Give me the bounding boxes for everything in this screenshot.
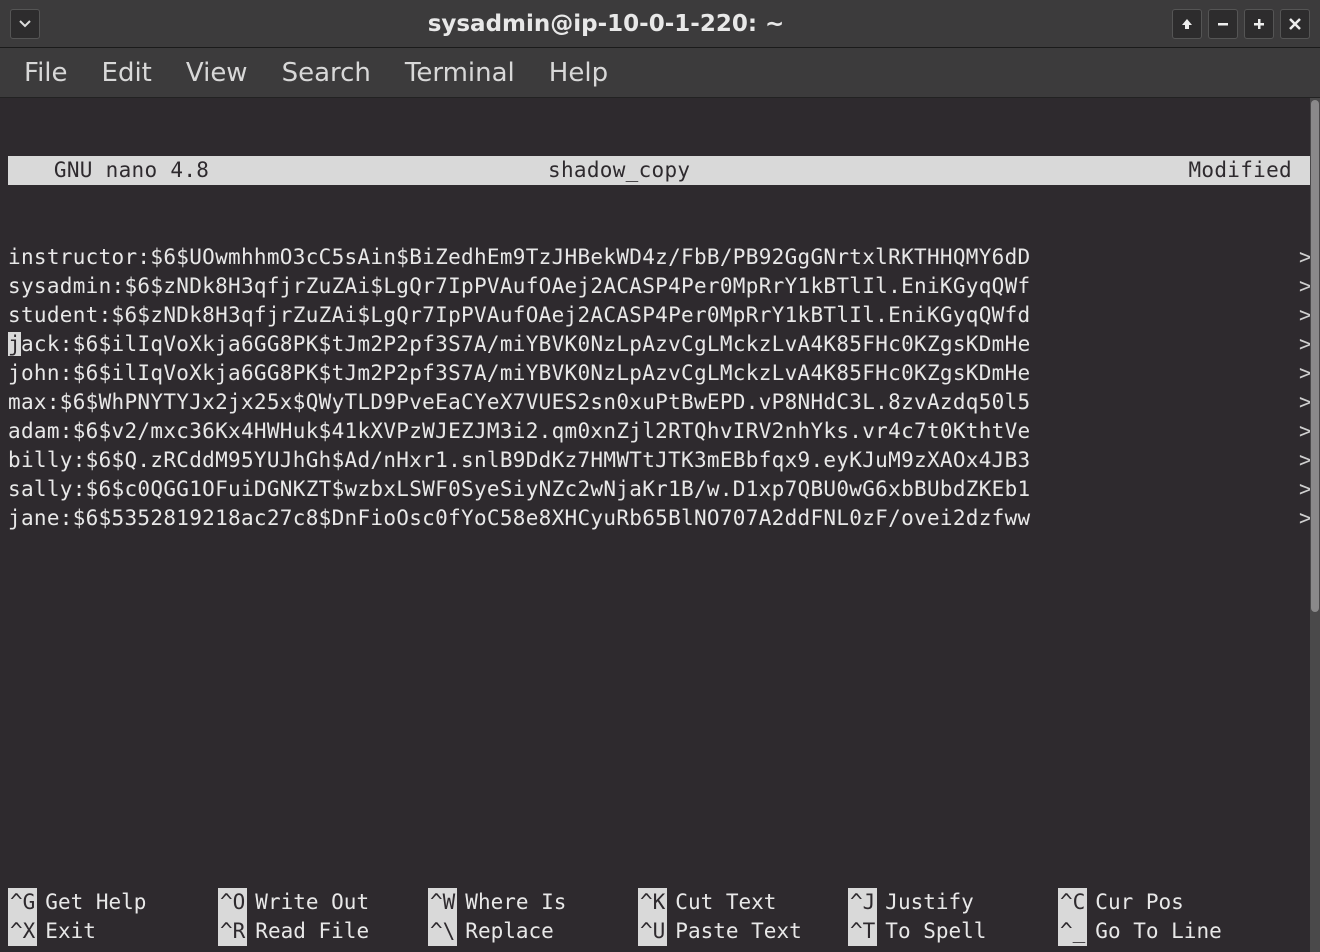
editor-line: student:$6$zNDk8H3qfjrZuZAi$LgQr7IpPVAuf… bbox=[8, 301, 1312, 330]
editor-line: jane:$6$5352819218ac27c8$DnFioOsc0fYoC58… bbox=[8, 504, 1312, 533]
shortcut-label: Exit bbox=[45, 917, 96, 946]
nano-shortcut: ^\ Replace bbox=[428, 917, 638, 946]
nano-filename: shadow_copy bbox=[428, 156, 1188, 185]
shortcut-key: ^C bbox=[1058, 888, 1087, 917]
shortcut-label: Get Help bbox=[45, 888, 146, 917]
nano-shortcut: ^K Cut Text bbox=[638, 888, 848, 917]
close-button[interactable] bbox=[1280, 9, 1310, 39]
window-title: sysadmin@ip-10-0-1-220: ~ bbox=[40, 11, 1172, 37]
nano-modified: Modified bbox=[1188, 156, 1312, 185]
editor-line: john:$6$ilIqVoXkja6GG8PK$tJm2P2pf3S7A/mi… bbox=[8, 359, 1312, 388]
nano-shortcut: ^O Write Out bbox=[218, 888, 428, 917]
menu-file[interactable]: File bbox=[24, 58, 68, 88]
menubar: File Edit View Search Terminal Help bbox=[0, 48, 1320, 98]
editor-line: instructor:$6$UOwmhhmO3cC5sAin$BiZedhEm9… bbox=[8, 243, 1312, 272]
nano-version: GNU nano 4.8 bbox=[8, 156, 428, 185]
shortcut-key: ^X bbox=[8, 917, 37, 946]
shortcut-key: ^\ bbox=[428, 917, 457, 946]
shortcut-label: Go To Line bbox=[1095, 917, 1221, 946]
shortcut-label: Cut Text bbox=[675, 888, 776, 917]
maximize-button[interactable] bbox=[1244, 9, 1274, 39]
close-icon bbox=[1288, 17, 1302, 31]
shortcut-label: Justify bbox=[885, 888, 974, 917]
nano-shortcut: ^W Where Is bbox=[428, 888, 638, 917]
terminal-scrollbar[interactable] bbox=[1310, 98, 1320, 952]
nano-header: GNU nano 4.8 shadow_copy Modified bbox=[8, 156, 1312, 185]
window-controls bbox=[1172, 9, 1310, 39]
shortcut-key: ^U bbox=[638, 917, 667, 946]
arrow-up-icon bbox=[1181, 18, 1193, 30]
shortcut-key: ^J bbox=[848, 888, 877, 917]
scrollbar-thumb[interactable] bbox=[1311, 100, 1319, 612]
menu-view[interactable]: View bbox=[186, 58, 248, 88]
shortcut-label: To Spell bbox=[885, 917, 986, 946]
minimize-icon bbox=[1216, 17, 1230, 31]
nano-shortcut-bar: ^G Get Help ^O Write Out ^W Where Is ^K Cut Tex… bbox=[8, 888, 1300, 946]
shortcut-label: Paste Text bbox=[675, 917, 801, 946]
shortcut-key: ^O bbox=[218, 888, 247, 917]
shortcut-key: ^T bbox=[848, 917, 877, 946]
shortcut-key: ^_ bbox=[1058, 917, 1087, 946]
keep-above-button[interactable] bbox=[1172, 9, 1202, 39]
nano-shortcut: ^_ Go To Line bbox=[1058, 917, 1268, 946]
window-titlebar: sysadmin@ip-10-0-1-220: ~ bbox=[0, 0, 1320, 48]
nano-shortcut: ^J Justify bbox=[848, 888, 1058, 917]
shortcut-label: Replace bbox=[465, 917, 554, 946]
nano-shortcut: ^C Cur Pos bbox=[1058, 888, 1268, 917]
nano-shortcut: ^U Paste Text bbox=[638, 917, 848, 946]
shortcut-key: ^K bbox=[638, 888, 667, 917]
nano-shortcut: ^T To Spell bbox=[848, 917, 1058, 946]
text-cursor: j bbox=[8, 332, 21, 356]
shortcut-label: Write Out bbox=[255, 888, 369, 917]
menu-terminal[interactable]: Terminal bbox=[405, 58, 515, 88]
shortcut-key: ^W bbox=[428, 888, 457, 917]
chevron-down-icon bbox=[19, 20, 31, 28]
shortcut-label: Read File bbox=[255, 917, 369, 946]
editor-line: jack:$6$ilIqVoXkja6GG8PK$tJm2P2pf3S7A/mi… bbox=[8, 330, 1312, 359]
menu-edit[interactable]: Edit bbox=[102, 58, 152, 88]
editor-line: sysadmin:$6$zNDk8H3qfjrZuZAi$LgQr7IpPVAu… bbox=[8, 272, 1312, 301]
nano-shortcut: ^G Get Help bbox=[8, 888, 218, 917]
terminal-content: GNU nano 4.8 shadow_copy Modified instru… bbox=[8, 98, 1312, 952]
terminal-area[interactable]: GNU nano 4.8 shadow_copy Modified instru… bbox=[0, 98, 1320, 952]
shortcut-label: Cur Pos bbox=[1095, 888, 1184, 917]
menu-help[interactable]: Help bbox=[549, 58, 608, 88]
shortcut-key: ^G bbox=[8, 888, 37, 917]
editor-line: billy:$6$Q.zRCddM95YUJhGh$Ad/nHxr1.snlB9… bbox=[8, 446, 1312, 475]
window-menu-button[interactable] bbox=[10, 9, 40, 39]
shortcut-key: ^R bbox=[218, 917, 247, 946]
editor-line: adam:$6$v2/mxc36Kx4HWHuk$41kXVPzWJEZJM3i… bbox=[8, 417, 1312, 446]
minimize-button[interactable] bbox=[1208, 9, 1238, 39]
nano-shortcut: ^R Read File bbox=[218, 917, 428, 946]
editor-content[interactable]: instructor:$6$UOwmhhmO3cC5sAin$BiZedhEm9… bbox=[8, 243, 1312, 533]
editor-line: max:$6$WhPNYTYJx2jx25x$QWyTLD9PveEaCYeX7… bbox=[8, 388, 1312, 417]
menu-search[interactable]: Search bbox=[282, 58, 371, 88]
editor-line: sally:$6$c0QGG1OFuiDGNKZT$wzbxLSWF0SyeSi… bbox=[8, 475, 1312, 504]
shortcut-label: Where Is bbox=[465, 888, 566, 917]
plus-icon bbox=[1252, 17, 1266, 31]
nano-shortcut: ^X Exit bbox=[8, 917, 218, 946]
